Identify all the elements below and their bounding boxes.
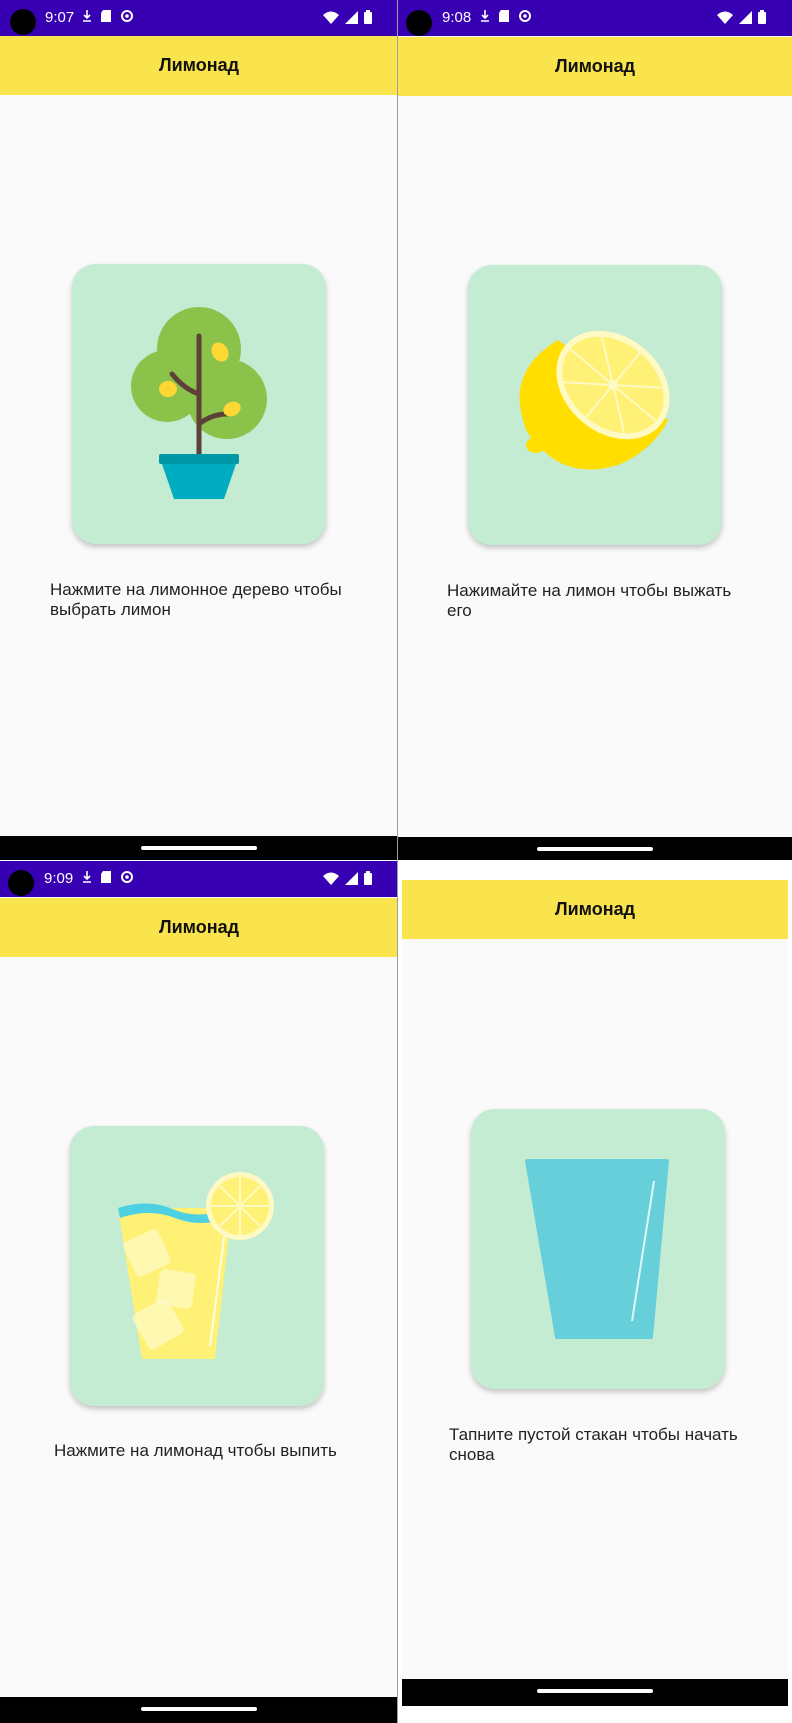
battery-icon bbox=[364, 10, 372, 24]
sd-card-icon bbox=[101, 10, 111, 22]
cell-signal-icon bbox=[345, 871, 358, 885]
download-icon bbox=[83, 871, 91, 883]
empty-glass-button[interactable] bbox=[471, 1109, 725, 1389]
wifi-icon bbox=[717, 11, 733, 24]
app-bar: Лимонад bbox=[0, 898, 398, 957]
battery-icon bbox=[364, 871, 372, 885]
settings-icon bbox=[519, 10, 531, 22]
lemon-tree-button[interactable] bbox=[72, 264, 326, 544]
navigation-bar bbox=[402, 1679, 788, 1706]
wifi-icon bbox=[323, 11, 339, 24]
app-bar: Лимонад bbox=[402, 880, 788, 939]
battery-icon bbox=[758, 10, 766, 24]
status-bar: 9:08 bbox=[398, 0, 792, 36]
sd-card-icon bbox=[101, 871, 111, 883]
status-time: 9:07 bbox=[45, 9, 75, 26]
app-title: Лимонад bbox=[554, 899, 636, 919]
camera-cutout bbox=[10, 9, 36, 35]
vertical-divider bbox=[397, 0, 398, 1723]
settings-icon bbox=[121, 871, 133, 883]
status-bar: 9:07 bbox=[0, 0, 398, 36]
app-title: Лимонад bbox=[158, 917, 240, 937]
home-gesture-pill[interactable] bbox=[537, 847, 653, 851]
home-gesture-pill[interactable] bbox=[141, 1707, 257, 1711]
app-title: Лимонад bbox=[554, 56, 636, 76]
wifi-icon bbox=[323, 872, 339, 885]
lemon-button[interactable] bbox=[468, 265, 722, 545]
lemon-tree-icon bbox=[131, 307, 267, 499]
empty-glass-icon bbox=[525, 1159, 669, 1339]
phone-screen-empty-glass: Лимонад Тапните пустой стакан чтобы нача… bbox=[402, 880, 788, 1706]
instruction-text: Нажмите на лимонное дерево чтобы выбрать… bbox=[50, 580, 342, 619]
app-bar: Лимонад bbox=[398, 37, 792, 96]
cell-signal-icon bbox=[345, 10, 358, 24]
home-gesture-pill[interactable] bbox=[141, 846, 257, 850]
download-icon bbox=[481, 10, 489, 22]
instruction-text: Нажимайте на лимон чтобы выжать его bbox=[447, 581, 732, 620]
sd-card-icon bbox=[499, 10, 509, 22]
phone-screen-lemon: 9:08 Лимонад Нажимайте на лимон чтобы вы… bbox=[398, 0, 792, 860]
lemon-half-icon bbox=[519, 330, 670, 470]
home-gesture-pill[interactable] bbox=[537, 1689, 653, 1693]
cell-signal-icon bbox=[739, 10, 752, 24]
status-time: 9:09 bbox=[44, 870, 74, 887]
phone-screen-lemonade: 9:09 Лимонад Нажмите на лимонад чтобы вы… bbox=[0, 861, 398, 1723]
download-icon bbox=[83, 10, 91, 22]
app-title: Лимонад bbox=[158, 55, 240, 75]
status-bar: 9:09 bbox=[0, 861, 398, 897]
navigation-bar bbox=[398, 837, 792, 860]
camera-cutout bbox=[8, 870, 34, 896]
instruction-text: Нажмите на лимонад чтобы выпить bbox=[54, 1441, 337, 1460]
app-bar: Лимонад bbox=[0, 36, 398, 95]
status-time: 9:08 bbox=[442, 9, 472, 26]
navigation-bar bbox=[0, 836, 398, 860]
camera-cutout bbox=[406, 10, 432, 36]
lemonade-button[interactable] bbox=[70, 1126, 324, 1406]
instruction-text: Тапните пустой стакан чтобы начать снова bbox=[449, 1425, 738, 1464]
navigation-bar bbox=[0, 1697, 398, 1723]
phone-screen-tree: 9:07 Лимонад Нажмите на лимонное дерево … bbox=[0, 0, 398, 860]
settings-icon bbox=[121, 10, 133, 22]
lemonade-glass-icon bbox=[118, 1172, 274, 1359]
